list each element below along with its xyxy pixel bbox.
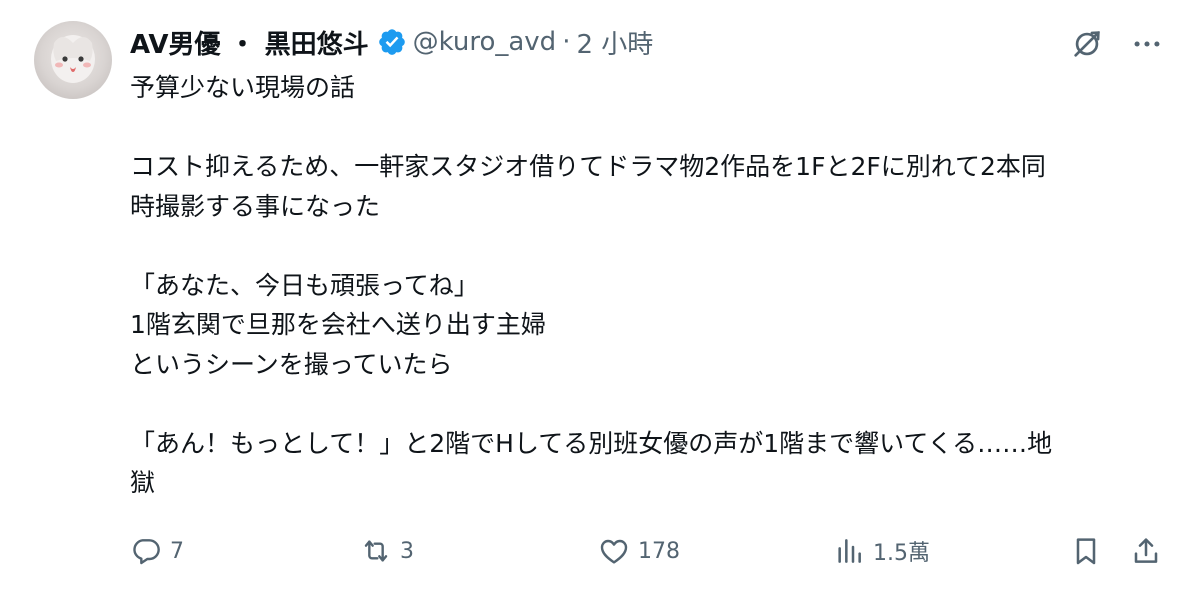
avatar[interactable] — [34, 21, 112, 99]
handle[interactable]: @kuro_avd — [413, 27, 557, 57]
reply-count: 7 — [170, 538, 184, 564]
tweet-line-break — [130, 108, 1160, 148]
tweet-line: 予算少ない現場の話 — [130, 73, 356, 102]
tweet-line-break — [130, 226, 1160, 266]
like-button[interactable]: 178 — [598, 530, 680, 572]
tweet-line-break — [130, 384, 1160, 424]
share-button[interactable] — [1130, 530, 1162, 572]
tweet-line: というシーンを撮っていたら — [130, 349, 453, 379]
top-actions — [1070, 24, 1164, 64]
timestamp[interactable]: 2 小時 — [576, 24, 653, 61]
reply-icon — [130, 535, 162, 567]
views-chart-icon — [833, 535, 865, 567]
more-icon[interactable] — [1130, 27, 1164, 61]
tweet-line: 時撮影する事になった — [130, 191, 381, 221]
views-button[interactable]: 1.5萬 — [833, 530, 930, 572]
action-bar: 7 3 178 1.5萬 — [130, 530, 1170, 572]
tweet-text: 予算少ない現場の話 コスト抑えるため、一軒家スタジオ借りてドラマ物2作品を1Fと… — [130, 68, 1160, 503]
tweet-header: AV男優 ・ 黒田悠斗 @kuro_avd · 2 小時 — [130, 20, 653, 64]
separator-dot: · — [562, 27, 571, 57]
bookmark-button[interactable] — [1070, 530, 1102, 572]
grok-icon[interactable] — [1070, 27, 1104, 61]
like-count: 178 — [638, 538, 680, 564]
reply-button[interactable]: 7 — [130, 530, 184, 572]
tweet-line: 「あなた、今日も頑張ってね」 — [130, 270, 479, 300]
repost-button[interactable]: 3 — [360, 530, 414, 572]
tweet-line: 獄 — [130, 468, 156, 497]
heart-icon — [598, 535, 630, 567]
display-name[interactable]: AV男優 ・ 黒田悠斗 — [130, 24, 369, 61]
views-count: 1.5萬 — [873, 541, 930, 566]
avatar-image — [51, 35, 95, 83]
bookmark-icon — [1070, 535, 1102, 567]
repost-icon — [360, 535, 392, 567]
verified-badge-icon[interactable] — [377, 27, 407, 57]
tweet-line: 1階玄関で旦那を会社へ送り出す主婦 — [130, 310, 546, 339]
tweet-line: 「あん！もっとして！」と2階でHしてる別班女優の声が1階まで響いてくる……地 — [130, 428, 1053, 458]
tweet-line: コスト抑えるため、一軒家スタジオ借りてドラマ物2作品を1Fと2Fに別れて2本同 — [130, 152, 1046, 181]
share-icon — [1130, 535, 1162, 567]
repost-count: 3 — [400, 538, 414, 564]
